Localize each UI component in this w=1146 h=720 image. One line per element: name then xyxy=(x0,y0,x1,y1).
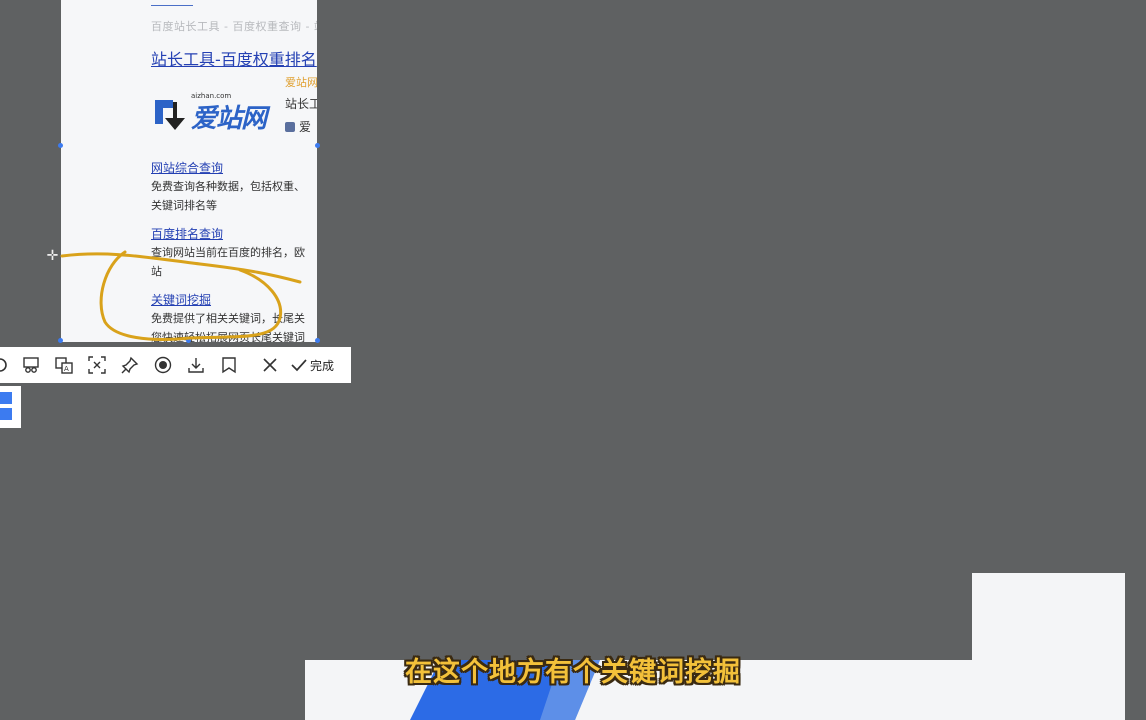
crosshair-cursor-icon: ✛ xyxy=(46,248,59,264)
video-subtitle: 在这个地方有个关键词挖掘 xyxy=(405,657,741,688)
pin-icon[interactable] xyxy=(113,347,146,383)
resize-handle[interactable] xyxy=(315,338,320,343)
screenshot-toolbar: A 完成 xyxy=(0,347,351,383)
shape-icon[interactable] xyxy=(0,347,14,383)
screenshot-capture-area[interactable]: 百度站长工具 - 百度权重查询 - 站长工具 站长工具-百度权重排名 aizha… xyxy=(61,0,317,342)
link-keyword-mining[interactable]: 关键词挖掘 xyxy=(151,291,211,308)
site-description: 站长工 xyxy=(285,97,317,111)
site-author: 爱 xyxy=(285,118,311,135)
logo-name: 爱站网 xyxy=(191,104,267,134)
item-desc: 您快速轻松拓展网页长尾关键词 xyxy=(151,331,305,342)
done-button[interactable]: 完成 xyxy=(286,347,342,383)
divider xyxy=(151,5,193,6)
faded-text-line: 百度站长工具 - 百度权重查询 - 站长工具 xyxy=(151,20,317,33)
color-swatch-blue[interactable] xyxy=(0,408,12,420)
resize-handle[interactable] xyxy=(315,143,320,148)
item-desc: 免费查询各种数据，包括权重、 xyxy=(151,180,305,193)
item-desc: 查询网站当前在百度的排名，欧 xyxy=(151,246,305,259)
bookmark-icon[interactable] xyxy=(212,347,245,383)
done-label: 完成 xyxy=(310,358,335,373)
resize-handle[interactable] xyxy=(58,338,63,343)
svg-text:A: A xyxy=(64,365,69,373)
ocr-icon[interactable] xyxy=(80,347,113,383)
logo-mark-icon xyxy=(155,100,185,130)
download-icon[interactable] xyxy=(179,347,212,383)
translate-icon[interactable]: A xyxy=(47,347,80,383)
color-swatch-blue[interactable] xyxy=(0,392,12,404)
link-baidu-rank[interactable]: 百度排名查询 xyxy=(151,225,223,242)
link-site-overview[interactable]: 网站综合查询 xyxy=(151,159,223,176)
item-desc: 站 xyxy=(151,265,162,278)
close-icon[interactable] xyxy=(253,347,286,383)
site-name[interactable]: 爱站网 xyxy=(285,74,317,90)
resize-handle[interactable] xyxy=(58,143,63,148)
color-swatch-panel xyxy=(0,386,21,428)
aizhan-logo: aizhan.com 爱站网 xyxy=(151,88,281,136)
check-icon xyxy=(291,359,307,372)
resize-handle[interactable] xyxy=(186,338,191,343)
item-desc: 免费提供了相关关键词，长尾关 xyxy=(151,312,305,325)
search-result-title[interactable]: 站长工具-百度权重排名 xyxy=(151,46,317,70)
scissors-icon[interactable] xyxy=(14,347,47,383)
record-icon[interactable] xyxy=(146,347,179,383)
author-icon xyxy=(285,122,295,132)
item-desc: 关键词排名等 xyxy=(151,199,217,212)
